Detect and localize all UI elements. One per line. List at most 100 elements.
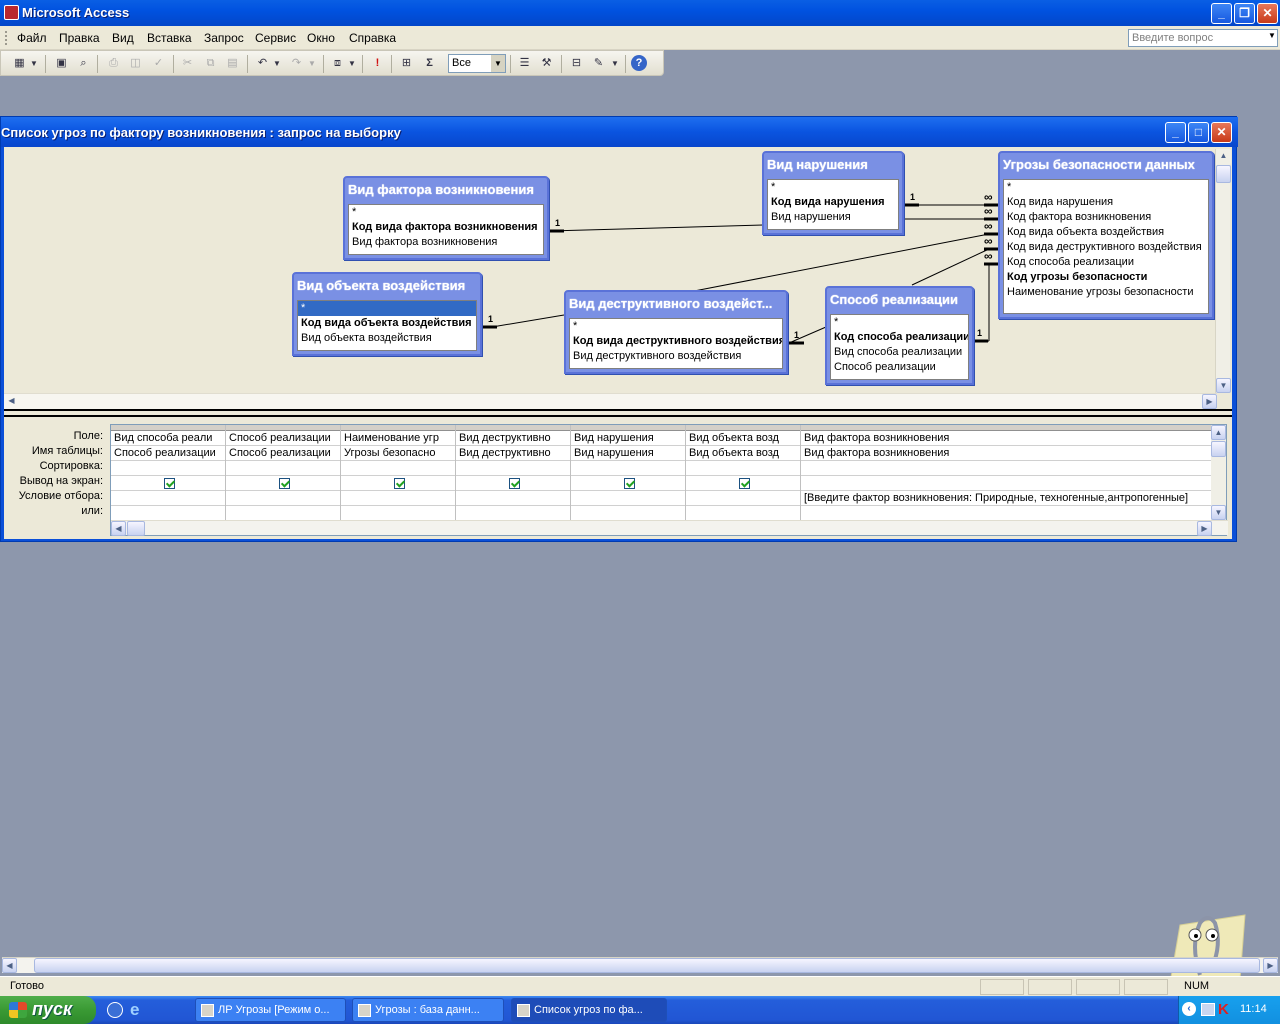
grid-field-cell[interactable]: Вид фактора возникновения [801,431,1211,446]
table-method[interactable]: Способ реализации * Код способа реализац… [825,286,974,385]
grid-show-cell[interactable] [801,476,1211,491]
chevron-down-icon[interactable]: ▼ [491,55,505,72]
grid-column[interactable]: Наименование угр Угрозы безопасно [341,425,456,521]
grid-sort-cell[interactable] [686,461,800,476]
field-list[interactable]: * Код способа реализации Вид способа реа… [830,314,969,380]
field-item[interactable]: Вид объекта воздействия [298,331,476,346]
grid-sort-cell[interactable] [801,461,1211,476]
grid-table-cell[interactable]: Способ реализации [226,446,340,461]
table-violation[interactable]: Вид нарушения * Код вида нарушения Вид н… [762,151,904,235]
field-list[interactable]: * Код вида деструктивного воздействия Ви… [569,318,783,369]
grid-criteria-cell[interactable] [571,491,685,506]
help-question-input[interactable]: Введите вопрос ▼ [1128,29,1278,47]
grid-field-cell[interactable]: Вид деструктивно [456,431,570,446]
chevron-down-icon[interactable]: ▼ [307,55,317,72]
search-icon[interactable]: ⌕ [75,55,92,72]
field-list[interactable]: * Код вида нарушения Код фактора возникн… [1003,179,1209,314]
restore-icon[interactable]: ❐ [1234,3,1255,24]
chevron-down-icon[interactable]: ▼ [272,55,282,72]
top-values-combo[interactable]: Все ▼ [448,54,506,73]
grid-field-cell[interactable]: Вид нарушения [571,431,685,446]
close-icon[interactable]: ✕ [1211,122,1232,143]
grid-criteria-cell[interactable] [686,491,800,506]
database-window-icon[interactable]: ⊟ [568,55,585,72]
grid-or-cell[interactable] [341,506,455,521]
grid-column[interactable]: Вид фактора возникновения Вид фактора во… [801,425,1211,521]
field-list[interactable]: * Код вида фактора возникновения Вид фак… [348,204,544,255]
table-factor[interactable]: Вид фактора возникновения * Код вида фак… [343,176,549,260]
print-icon[interactable]: ⎙ [105,55,122,72]
undo-icon[interactable]: ↶ [254,55,271,72]
chevron-down-icon[interactable]: ▼ [29,55,39,72]
field-list[interactable]: * Код вида объекта воздействия Вид объек… [297,300,477,351]
grid-show-cell[interactable] [571,476,685,491]
field-item[interactable]: Код фактора возникновения [1004,210,1208,225]
table-destructive[interactable]: Вид деструктивного воздейст... * Код вид… [564,290,788,374]
show-checkbox[interactable] [739,478,750,489]
grid-table-cell[interactable]: Вид нарушения [571,446,685,461]
menu-view[interactable]: Вид [112,31,134,45]
task-button-query[interactable]: Список угроз по фа... [511,998,667,1022]
internet-explorer-icon[interactable]: e [130,1001,148,1019]
maximize-icon[interactable]: □ [1188,122,1209,143]
minimize-icon[interactable]: _ [1211,3,1232,24]
office-assistant-clippy[interactable] [1160,905,1250,985]
table-design-area[interactable]: 1 1 1 1 1 ∞ ∞ ∞ ∞ ∞ Вид фактора возникно… [4,147,1232,409]
save-icon[interactable]: ▣ [53,55,70,72]
chevron-down-icon[interactable]: ▼ [1211,505,1226,520]
grid-or-cell[interactable] [456,506,570,521]
field-item[interactable]: Код способа реализации [831,330,968,345]
grid-vertical-scrollbar[interactable]: ▲ ▼ [1211,425,1226,520]
chevron-left-icon[interactable]: ◀ [111,521,126,536]
field-item[interactable]: Код вида объекта воздействия [1004,225,1208,240]
grid-field-cell[interactable]: Вид объекта возд [686,431,800,446]
show-checkbox[interactable] [509,478,520,489]
show-checkbox[interactable] [624,478,635,489]
new-object-icon[interactable]: ✎ [590,55,607,72]
field-item[interactable]: Код вида фактора возникновения [349,220,543,235]
grid-show-cell[interactable] [226,476,340,491]
properties-icon[interactable]: ☰ [516,55,533,72]
grid-table-cell[interactable]: Угрозы безопасно [341,446,455,461]
menu-query[interactable]: Запрос [204,31,244,45]
grid-or-cell[interactable] [686,506,800,521]
grid-sort-cell[interactable] [226,461,340,476]
grid-or-cell[interactable] [111,506,225,521]
field-item[interactable]: Код вида нарушения [768,195,898,210]
chevron-down-icon[interactable]: ▼ [1216,378,1231,393]
field-item[interactable]: Способ реализации [831,360,968,375]
grid-column[interactable]: Вид объекта возд Вид объекта возд [686,425,801,521]
field-item[interactable]: * [349,205,543,220]
field-item[interactable]: * [831,315,968,330]
field-list[interactable]: * Код вида нарушения Вид нарушения [767,179,899,230]
chevron-up-icon[interactable]: ▲ [1211,425,1226,440]
copy-icon[interactable]: ⧉ [202,55,219,72]
grid-field-cell[interactable]: Вид способа реали [111,431,225,446]
grid-or-cell[interactable] [226,506,340,521]
grid-show-cell[interactable] [456,476,570,491]
menu-insert[interactable]: Вставка [147,31,192,45]
chevron-left-icon[interactable]: ◀ [2,958,17,973]
view-icon[interactable]: ▦ [11,55,28,72]
antivirus-icon[interactable]: K [1218,1001,1229,1018]
field-item[interactable]: * [768,180,898,195]
grid-column[interactable]: Вид нарушения Вид нарушения [571,425,686,521]
print-preview-icon[interactable]: ◫ [127,55,144,72]
scroll-thumb[interactable] [127,521,145,536]
minimize-icon[interactable]: _ [1165,122,1186,143]
design-vertical-scrollbar[interactable]: ▲ ▼ [1215,149,1231,393]
grid-table-cell[interactable]: Вид объекта возд [686,446,800,461]
menu-tools[interactable]: Сервис [255,31,296,45]
field-item[interactable]: Наименование угрозы безопасности [1004,285,1208,300]
run-icon[interactable]: ! [369,55,386,72]
chevron-down-icon[interactable]: ▼ [1268,31,1276,45]
grid-or-cell[interactable] [571,506,685,521]
grid-sort-cell[interactable] [456,461,570,476]
menu-grip[interactable] [5,31,8,45]
build-icon[interactable]: ⚒ [538,55,555,72]
chevron-right-icon[interactable]: ▶ [1202,394,1217,409]
field-item[interactable]: * [570,319,782,334]
grid-sort-cell[interactable] [571,461,685,476]
chevron-left-icon[interactable]: ◀ [4,394,19,409]
table-object[interactable]: Вид объекта воздействия * Код вида объек… [292,272,482,356]
